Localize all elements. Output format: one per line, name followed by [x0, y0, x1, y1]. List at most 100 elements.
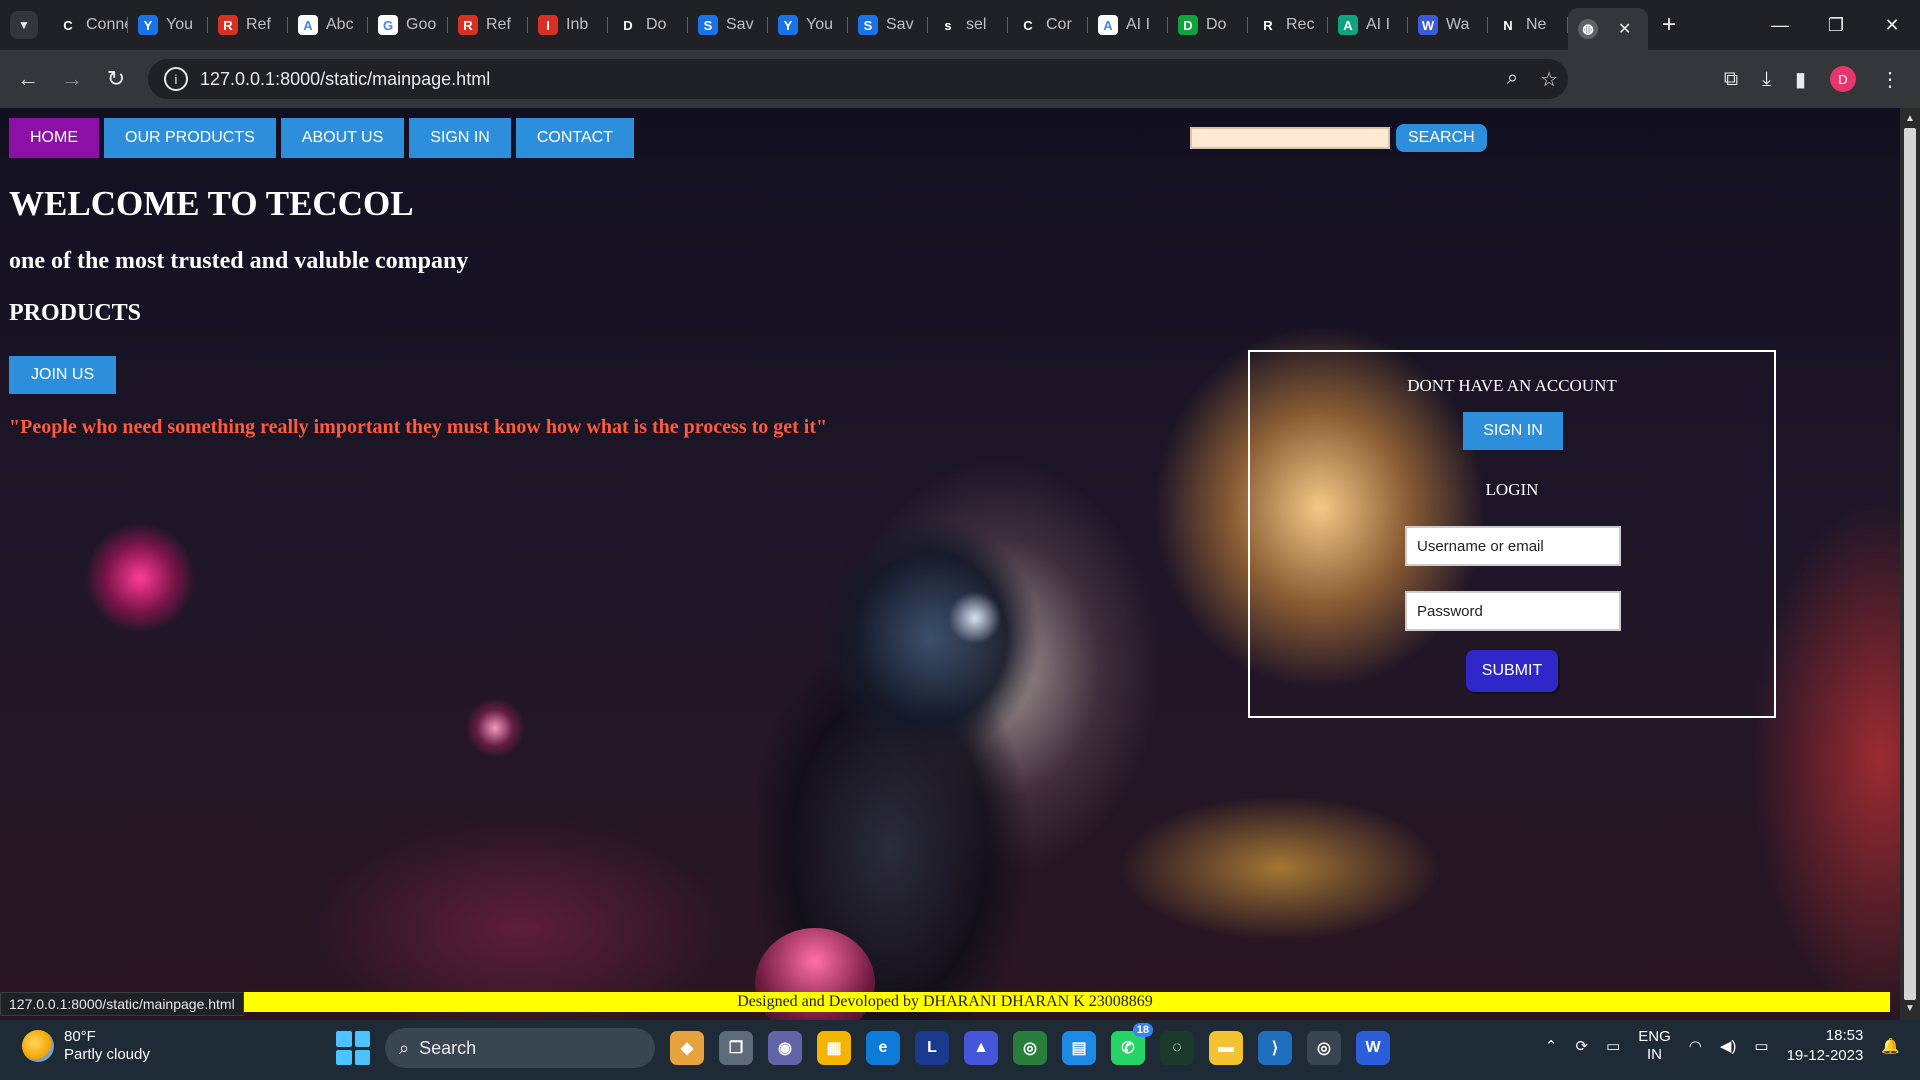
tab-label: Wa [1446, 16, 1470, 33]
chrome-profile-icon[interactable]: ◎ [1307, 1031, 1341, 1065]
scroll-up-arrow-icon[interactable]: ▲ [1900, 110, 1920, 128]
profile-avatar[interactable]: D [1830, 66, 1856, 92]
nav-sign-in[interactable]: SIGN IN [409, 118, 511, 158]
side-panel-icon[interactable]: ▮ [1795, 67, 1806, 92]
site-info-icon[interactable]: i [164, 67, 188, 91]
display-icon[interactable]: ▭ [1606, 1037, 1620, 1055]
password-field[interactable] [1405, 591, 1621, 631]
weather-widget[interactable]: 80°F Partly cloudy [22, 1028, 150, 1064]
browser-tab[interactable]: G Goo [368, 7, 448, 43]
file-explorer-icon[interactable]: ▬ [1209, 1031, 1243, 1065]
tab-label: Do [646, 16, 667, 33]
microsoft-store-icon[interactable]: ▦ [817, 1031, 851, 1065]
vscode-icon[interactable]: ⟩ [1258, 1031, 1292, 1065]
sync-icon[interactable]: ⟳ [1575, 1037, 1588, 1055]
windows-start-icon[interactable] [336, 1031, 370, 1065]
nav-contact[interactable]: CONTACT [515, 118, 634, 158]
browser-tab[interactable]: R Ref [208, 7, 288, 43]
browser-tab[interactable]: D Do [608, 7, 688, 43]
join-us-button[interactable]: JOIN US [9, 356, 117, 394]
globe-icon: C [1018, 15, 1038, 35]
account-panel: DONT HAVE AN ACCOUNT SIGN IN LOGIN SUBMI… [1248, 350, 1776, 718]
submit-button[interactable]: SUBMIT [1466, 650, 1558, 692]
page-scrollbar[interactable]: ▲ ▼ [1900, 108, 1920, 1020]
tab-label: Sav [726, 16, 754, 33]
bookmark-star-icon[interactable]: ☆ [1540, 67, 1558, 92]
clock-time: 18:53 [1825, 1027, 1864, 1044]
scroll-thumb[interactable] [1904, 128, 1916, 1000]
search-button[interactable]: SEARCH [1396, 124, 1487, 152]
browser-tab[interactable]: A AI I [1088, 7, 1168, 43]
address-bar[interactable]: i 127.0.0.1:8000/static/mainpage.html ⌕ … [148, 59, 1568, 99]
panel-sign-in-button[interactable]: SIGN IN [1463, 412, 1563, 450]
browser-tab[interactable]: S Sav [688, 7, 768, 43]
browser-tab[interactable]: W Wa [1408, 7, 1488, 43]
zoom-icon[interactable]: ⌕ [1507, 67, 1518, 92]
taskbar-search[interactable]: ⌕ Search [385, 1028, 655, 1068]
tab-label: Inb [566, 16, 589, 33]
google-icon: G [378, 15, 398, 35]
nav-our-products[interactable]: OUR PRODUCTS [104, 118, 276, 158]
reload-button[interactable]: ↻ [94, 57, 138, 101]
active-tab[interactable]: ◍ ✕ [1568, 8, 1648, 50]
browser-tab[interactable]: A AI I [1328, 7, 1408, 43]
edge-icon[interactable]: e [866, 1031, 900, 1065]
downloads-icon[interactable]: ⤓ [1762, 68, 1771, 91]
browser-tab[interactable]: C Cor [1008, 7, 1088, 43]
browser-tab[interactable]: A Abc [288, 7, 368, 43]
browser-tab[interactable]: s sel [928, 7, 1008, 43]
circle-app-icon[interactable]: ◌ [1160, 1031, 1194, 1065]
nav-home[interactable]: HOME [9, 118, 99, 158]
window-controls: — ❐ ✕ [1752, 0, 1920, 50]
language-indicator[interactable]: ENG IN [1638, 1028, 1671, 1064]
login-title: LOGIN [1485, 480, 1539, 499]
chevron-up-icon[interactable]: ⌃ [1545, 1037, 1558, 1055]
wifi-icon[interactable]: ◠ [1689, 1037, 1702, 1055]
minimize-button[interactable]: — [1752, 0, 1808, 50]
tab-label: AI I [1366, 16, 1391, 33]
close-window-button[interactable]: ✕ [1864, 0, 1920, 50]
browser-tab[interactable]: I Inb [528, 7, 608, 43]
battery-icon[interactable]: ▭ [1754, 1037, 1768, 1055]
chrome-icon: N [1498, 15, 1518, 35]
temperature: 80°F [64, 1028, 96, 1045]
username-field[interactable] [1405, 526, 1621, 566]
teams-icon[interactable]: ◉ [768, 1031, 802, 1065]
new-tab-button[interactable]: + [1662, 11, 1676, 39]
browser-tab[interactable]: N Ne [1488, 7, 1568, 43]
browser-tab[interactable]: Y You [768, 7, 848, 43]
task-view-icon[interactable]: ❐ [719, 1031, 753, 1065]
s-app-icon: S [698, 15, 718, 35]
tab-search-button[interactable]: ▼ [10, 11, 38, 39]
browser-tab[interactable]: S Sav [848, 7, 928, 43]
reload-icon: ↻ [106, 66, 126, 91]
site-search: SEARCH [1190, 124, 1487, 152]
scroll-down-arrow-icon[interactable]: ▼ [1900, 1000, 1920, 1018]
extensions-icon[interactable]: ⧉ [1724, 68, 1738, 91]
nav-about-us[interactable]: ABOUT US [280, 118, 405, 158]
browser-tab[interactable]: Y You [128, 7, 208, 43]
search-input[interactable] [1190, 127, 1390, 149]
taskbar-search-label: Search [419, 1037, 477, 1058]
l-app-icon[interactable]: L [915, 1031, 949, 1065]
browser-tab[interactable]: D Do [1168, 7, 1248, 43]
a-app-icon[interactable]: ▲ [964, 1031, 998, 1065]
notepad-icon[interactable]: ▤ [1062, 1031, 1096, 1065]
tab-label: Do [1206, 16, 1227, 33]
copilot-icon[interactable]: ◆ [670, 1031, 704, 1065]
browser-tab[interactable]: R Rec [1248, 7, 1328, 43]
volume-icon[interactable]: ◀) [1720, 1037, 1737, 1055]
tab-label: Ne [1526, 16, 1547, 33]
clock[interactable]: 18:53 19-12-2023 [1787, 1026, 1864, 1066]
word-icon[interactable]: W [1356, 1031, 1390, 1065]
forward-button[interactable]: → [50, 57, 94, 101]
browser-tab[interactable]: C Connec [48, 7, 128, 43]
restore-button[interactable]: ❐ [1808, 0, 1864, 50]
browser-tab[interactable]: R Ref [448, 7, 528, 43]
menu-kebab-icon[interactable]: ⋮ [1880, 67, 1900, 92]
close-tab-icon[interactable]: ✕ [1618, 19, 1631, 39]
chrome-icon[interactable]: ◎ [1013, 1031, 1047, 1065]
notification-bell-icon[interactable]: 🔔 [1881, 1037, 1900, 1055]
back-button[interactable]: ← [6, 57, 50, 101]
whatsapp-icon[interactable]: ✆ 18 [1111, 1023, 1153, 1065]
